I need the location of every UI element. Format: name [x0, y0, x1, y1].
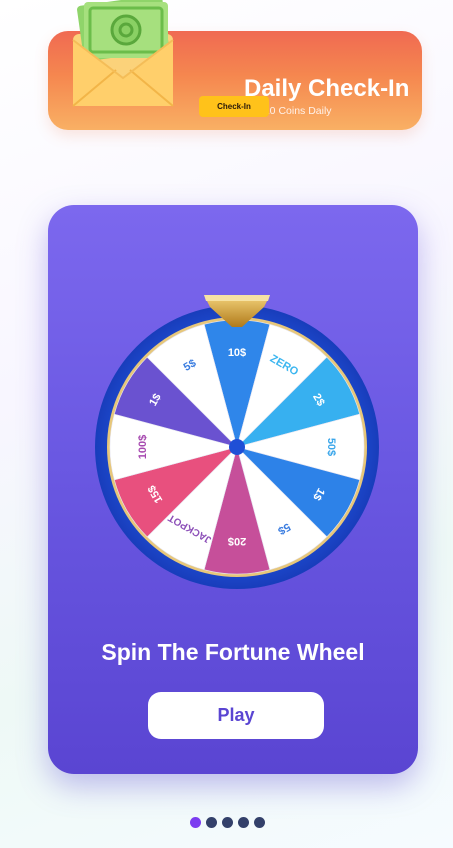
page-indicator	[190, 817, 265, 828]
spin-wheel-card: 10$ ZERO 2$ 50$ 1$ 5$ 20$ JACKPOT 15$ 100$ 1$ 5$ Sp…	[48, 205, 418, 774]
checkin-button[interactable]: Check-In	[199, 96, 269, 117]
wheel-segment-label: 20$	[228, 535, 246, 547]
page-dot[interactable]	[190, 817, 201, 828]
spin-title: Spin The Fortune Wheel	[101, 639, 365, 665]
wheel-hub	[229, 439, 245, 455]
wheel-segment-label: 100$	[137, 435, 149, 459]
page-dot[interactable]	[238, 817, 249, 828]
money-envelope-icon	[72, 0, 174, 107]
page-dot[interactable]	[222, 817, 233, 828]
page-dot[interactable]	[206, 817, 217, 828]
play-button[interactable]: Play	[148, 692, 324, 739]
wheel-segment-label: 10$	[228, 347, 246, 359]
wheel-segment-label: 50$	[325, 438, 337, 456]
page-dot[interactable]	[254, 817, 265, 828]
fortune-wheel: 10$ ZERO2$50$1$5$20$JACKPOT15$100$1$5$	[95, 295, 379, 589]
